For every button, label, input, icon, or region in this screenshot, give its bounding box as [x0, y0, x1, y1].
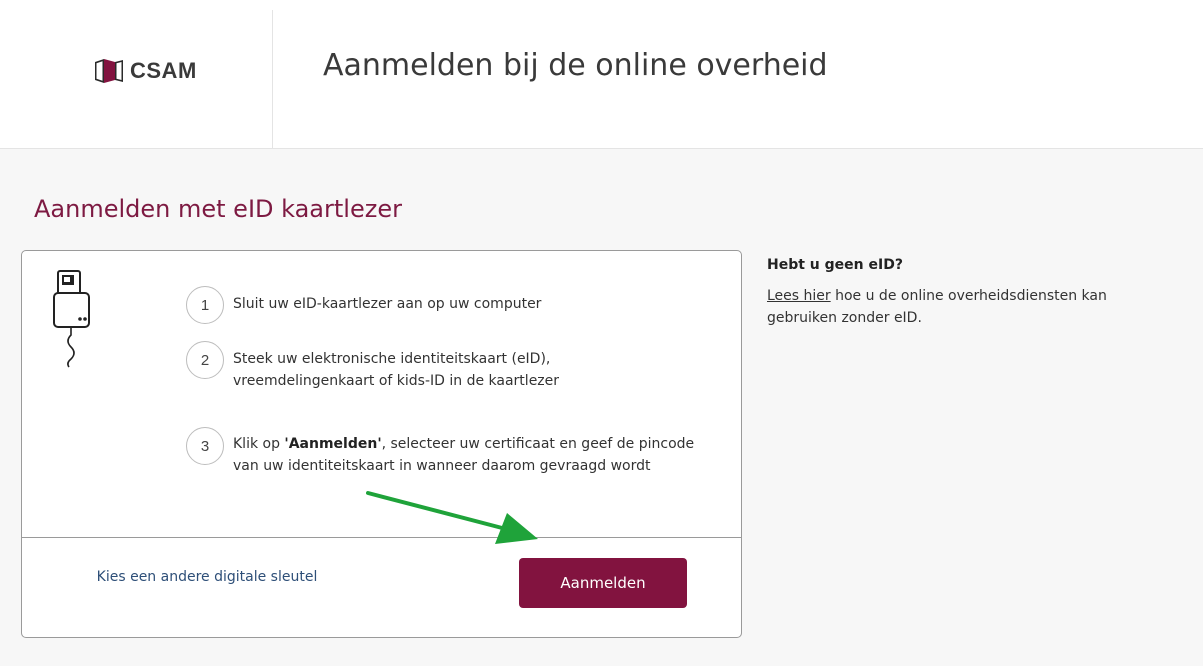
- section-heading: Aanmelden met eID kaartlezer: [34, 195, 402, 223]
- step-text: Steek uw elektronische identiteitskaart …: [233, 351, 560, 389]
- csam-logo-icon: [95, 59, 123, 83]
- card-reader-icon: [53, 270, 90, 368]
- step-text: Sluit uw eID-kaartlezer aan op uw comput…: [233, 296, 542, 312]
- page-title: Aanmelden bij de online overheid: [323, 48, 828, 83]
- step-text-bold: 'Aanmelden': [284, 436, 382, 452]
- eid-login-card: 1 Sluit uw eID-kaartlezer aan op uw comp…: [21, 250, 742, 638]
- step-text: Klik op 'Aanmelden', selecteer uw certif…: [233, 427, 723, 477]
- step-number: 2: [186, 341, 224, 379]
- logo-text: CSAM: [130, 58, 197, 83]
- csam-logo[interactable]: CSAM: [95, 56, 197, 86]
- alternative-key-link[interactable]: Kies een andere digitale sleutel: [92, 566, 322, 588]
- green-arrow-icon: [366, 491, 538, 544]
- main-content: Aanmelden met eID kaartlezer 1 Sluit uw …: [0, 149, 1203, 666]
- no-eid-title: Hebt u geen eID?: [767, 257, 903, 273]
- page-header: CSAM Aanmelden bij de online overheid: [0, 0, 1203, 149]
- no-eid-info: Hebt u geen eID? Lees hier hoe u de onli…: [767, 257, 1107, 329]
- step-number: 3: [186, 427, 224, 465]
- read-here-link[interactable]: Lees hier: [767, 288, 831, 304]
- step-2: 2 Steek uw elektronische identiteitskaar…: [186, 341, 593, 392]
- step-text-part: Klik op: [233, 436, 285, 452]
- no-eid-text: Lees hier hoe u de online overheidsdiens…: [767, 285, 1107, 329]
- header-divider: [272, 10, 273, 148]
- step-1: 1 Sluit uw eID-kaartlezer aan op uw comp…: [186, 286, 563, 324]
- step-3: 3 Klik op 'Aanmelden', selecteer uw cert…: [186, 427, 723, 477]
- step-number: 1: [186, 286, 224, 324]
- login-button[interactable]: Aanmelden: [519, 558, 687, 608]
